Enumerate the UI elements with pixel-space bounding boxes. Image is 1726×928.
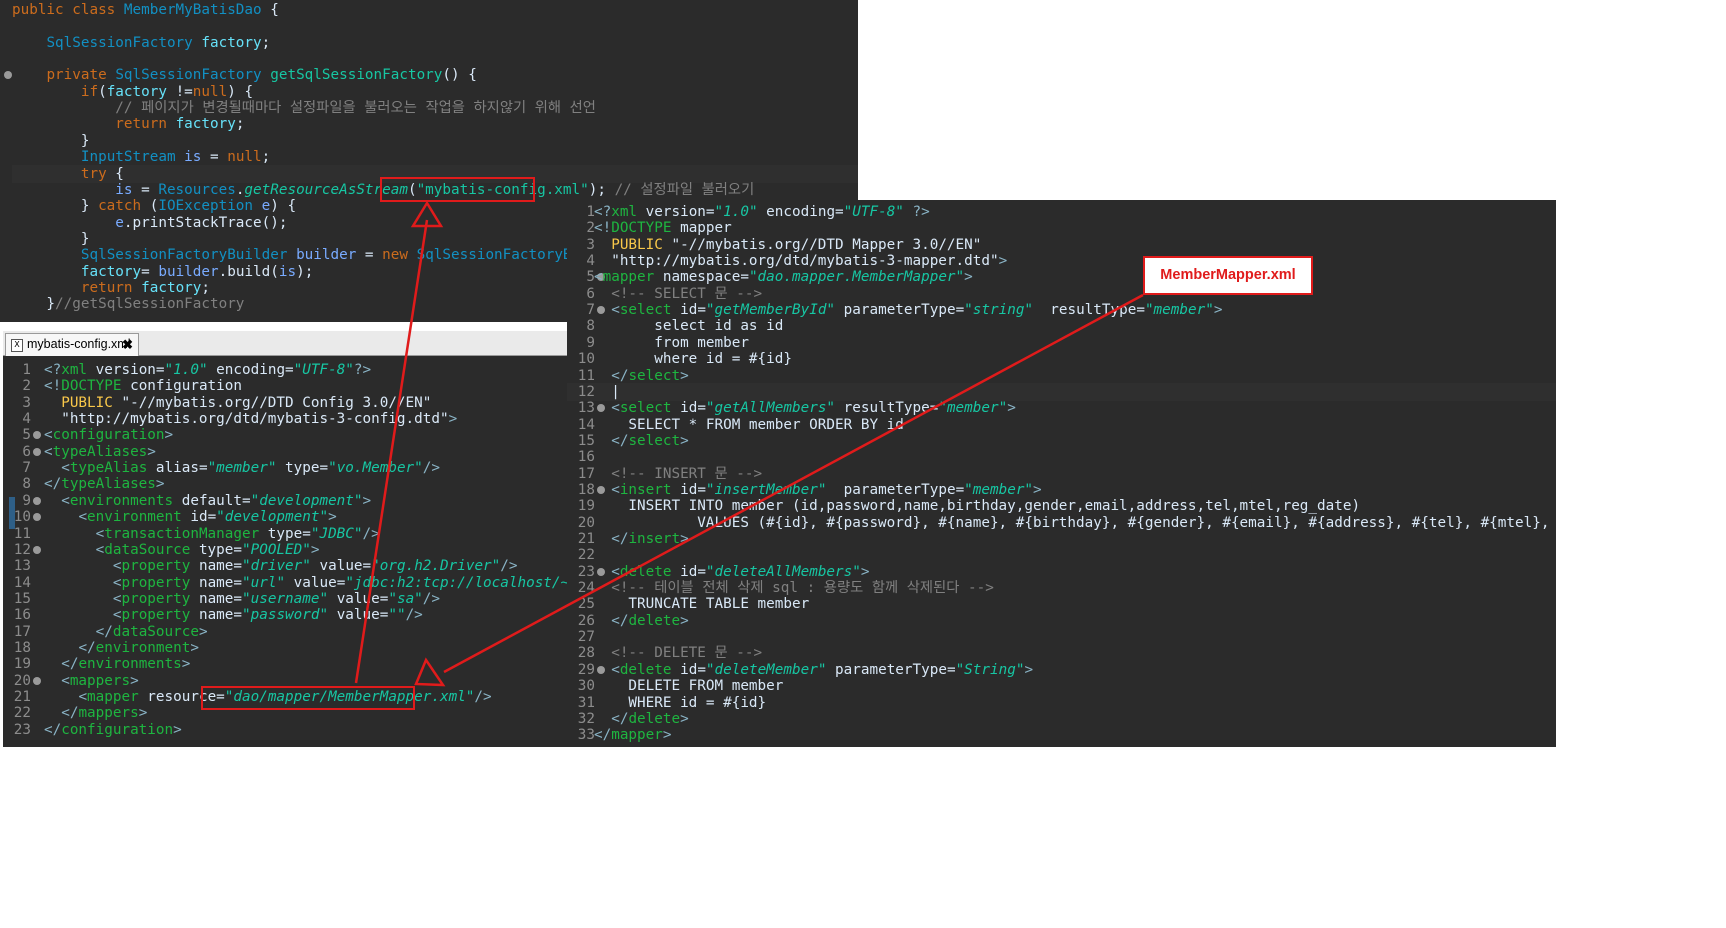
annotation-arrows (354, 200, 1144, 687)
arrow-to-mapper-resource (443, 293, 1144, 674)
arrowhead-mapper (414, 657, 446, 687)
arrow-to-config-file (354, 219, 429, 684)
